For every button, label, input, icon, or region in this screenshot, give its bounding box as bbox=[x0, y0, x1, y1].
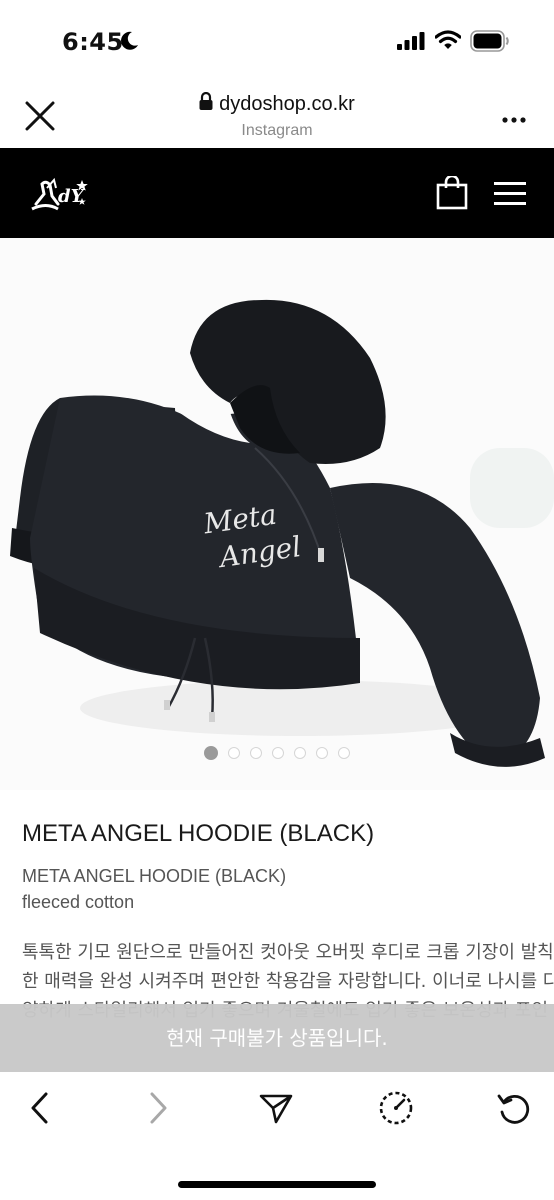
shopping-bag-icon[interactable] bbox=[436, 174, 468, 215]
status-time: 6:45 bbox=[62, 28, 124, 56]
product-subtitle: META ANGEL HOODIE (BLACK) bbox=[22, 866, 287, 886]
product-title: META ANGEL HOODIE (BLACK) bbox=[22, 820, 375, 847]
back-icon[interactable] bbox=[28, 1090, 52, 1131]
product-image[interactable]: Meta Angel bbox=[0, 238, 554, 790]
status-bar: 6:45 bbox=[0, 0, 554, 84]
speedometer-icon[interactable] bbox=[378, 1090, 414, 1131]
lock-icon bbox=[199, 91, 213, 116]
product-material: fleeced cotton bbox=[22, 892, 135, 912]
carousel-dot[interactable] bbox=[316, 746, 328, 759]
description-line: 톡톡한 기모 원단으로 만들어진 컷아웃 오버핏 후디로 크롭 기장이 발칙 bbox=[22, 942, 554, 963]
browser-bar: dydoshop.co.kr Instagram bbox=[0, 84, 554, 148]
hamburger-menu-icon[interactable] bbox=[494, 182, 526, 211]
reload-icon[interactable] bbox=[496, 1090, 532, 1131]
moon-icon bbox=[119, 30, 139, 57]
svg-text:dY: dY bbox=[58, 186, 86, 207]
brand-logo[interactable]: dY bbox=[30, 174, 90, 219]
site-header: dY bbox=[0, 148, 554, 238]
cellular-signal-icon bbox=[397, 32, 425, 55]
carousel-dot[interactable] bbox=[272, 746, 284, 759]
carousel-dot[interactable] bbox=[204, 745, 218, 760]
battery-icon bbox=[470, 30, 510, 57]
carousel-dot[interactable] bbox=[294, 746, 306, 759]
url-domain: dydoshop.co.kr bbox=[219, 92, 355, 115]
address-area[interactable]: dydoshop.co.kr Instagram bbox=[0, 91, 554, 140]
forward-icon[interactable] bbox=[146, 1090, 170, 1131]
unavailable-notice: 현재 구매불가 상품입니다. bbox=[0, 1004, 554, 1072]
carousel-dot[interactable] bbox=[228, 746, 240, 759]
wifi-icon bbox=[434, 30, 462, 55]
description-line: 한 매력을 완성 시켜주며 편안한 착용감을 자랑합니다. 이너로 나시를 다 bbox=[22, 971, 554, 992]
url-source: Instagram bbox=[241, 122, 313, 139]
home-indicator bbox=[178, 1181, 376, 1188]
more-icon[interactable] bbox=[502, 106, 526, 129]
carousel-indicator bbox=[0, 744, 554, 762]
carousel-dot[interactable] bbox=[250, 746, 262, 759]
carousel-dot[interactable] bbox=[338, 746, 350, 759]
send-icon[interactable] bbox=[258, 1090, 294, 1131]
